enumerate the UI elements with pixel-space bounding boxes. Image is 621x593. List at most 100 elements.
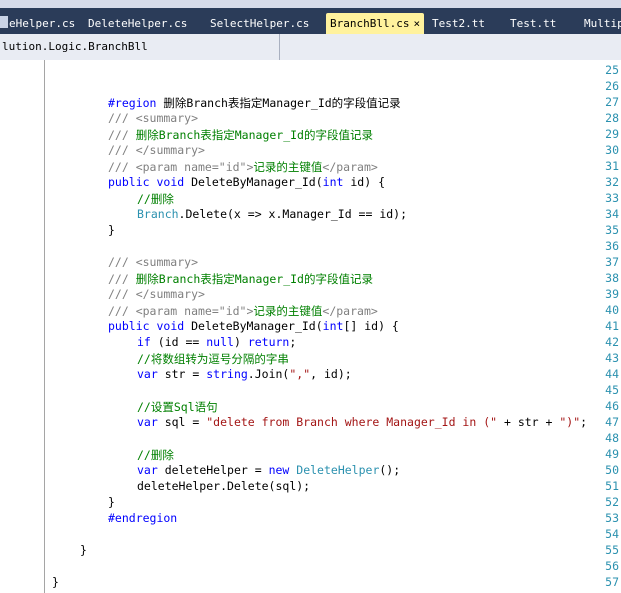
- tab-multipl[interactable]: Multipl: [584, 13, 621, 34]
- keyword: var: [137, 463, 158, 477]
- tab-test2[interactable]: Test2.tt: [432, 13, 485, 34]
- code-line-52: }: [108, 495, 115, 509]
- code-text: id) {: [343, 175, 385, 189]
- code-line-53: #endregion: [108, 511, 178, 525]
- code-text: [] id) {: [343, 319, 399, 333]
- code-line-42: if (id == null) return;: [137, 335, 296, 349]
- doc-comment-text: 记录的主键值: [253, 304, 323, 318]
- code-text: sql =: [157, 415, 207, 429]
- line-number: 55: [605, 543, 619, 557]
- doc-comment-text: 删除Branch表指定Manager_Id的字段值记录: [135, 272, 373, 286]
- file-icon: [0, 16, 8, 28]
- region-name: 删除Branch表指定Manager_Id的字段值记录: [156, 96, 401, 110]
- tab-ehelper[interactable]: eHelper.cs: [9, 13, 75, 34]
- code-text: ): [233, 335, 248, 349]
- line-number: 47: [605, 415, 619, 429]
- code-text: ();: [379, 463, 401, 477]
- line-number: 28: [605, 111, 619, 125]
- code-text: (id ==: [150, 335, 207, 349]
- tab-branchbll[interactable]: BranchBll.cs ×: [326, 13, 425, 34]
- code-text: ;: [289, 335, 297, 349]
- code-editor[interactable]: 25 26 27 28 29 30 31 32 33 34 35 36 37 3…: [0, 60, 621, 593]
- line-number: 29: [605, 127, 619, 141]
- line-number: 54: [605, 527, 619, 541]
- code-line-33: //删除: [137, 192, 174, 206]
- code-line-55: }: [80, 543, 87, 557]
- line-number: 48: [605, 431, 619, 445]
- line-number: 33: [605, 191, 619, 205]
- line-number: 49: [605, 447, 619, 461]
- keyword: void: [156, 175, 185, 189]
- line-number: 56: [605, 559, 619, 573]
- code-line-43: //将数组转为逗号分隔的字串: [137, 352, 289, 366]
- code-line-27: #region 删除Branch表指定Manager_Id的字段值记录: [108, 95, 401, 111]
- keyword: void: [156, 319, 185, 333]
- type-name: Branch: [137, 207, 179, 221]
- keyword: int: [322, 319, 344, 333]
- namespace-dropdown[interactable]: lution.Logic.BranchBll: [2, 40, 148, 53]
- code-line-35: }: [108, 223, 115, 237]
- code-line-34: Branch.Delete(x => x.Manager_Id == id);: [137, 207, 407, 221]
- line-number: 34: [605, 207, 619, 221]
- code-line-46: //设置Sql语句: [137, 400, 218, 414]
- code-line-57: }: [52, 575, 59, 589]
- line-number: 32: [605, 175, 619, 189]
- tab-test[interactable]: Test.tt: [510, 13, 556, 34]
- line-number: 43: [605, 351, 619, 365]
- code-line-31: /// <param name="id">记录的主键值</param>: [108, 159, 378, 175]
- close-icon[interactable]: ×: [413, 17, 420, 30]
- keyword: string: [206, 367, 248, 381]
- document-tab-strip: eHelper.cs DeleteHelper.cs SelectHelper.…: [0, 8, 621, 34]
- line-number: 50: [605, 463, 619, 477]
- navbar-divider: [279, 34, 280, 60]
- code-line-37: /// <summary>: [108, 255, 199, 269]
- line-number: 39: [605, 287, 619, 301]
- line-number: 53: [605, 511, 619, 525]
- line-number: 46: [605, 399, 619, 413]
- xml-doc-prefix: ///: [108, 128, 136, 142]
- string-literal: ",": [289, 367, 311, 381]
- code-line-51: deleteHelper.Delete(sql);: [137, 479, 311, 493]
- line-number: 57: [605, 575, 619, 589]
- line-number: 35: [605, 223, 619, 237]
- code-line-47: var sql = "delete from Branch where Mana…: [137, 415, 587, 429]
- xml-doc-prefix: /// <param name="id">: [108, 160, 254, 174]
- code-text: ;: [580, 415, 588, 429]
- keyword: null: [206, 335, 234, 349]
- string-literal: "delete from Branch where Manager_Id in …: [206, 415, 498, 429]
- line-number: 51: [605, 479, 619, 493]
- line-number: 26: [605, 79, 619, 93]
- string-literal: ")": [559, 415, 581, 429]
- line-number: 40: [605, 303, 619, 317]
- code-text: , id);: [310, 367, 352, 381]
- line-number: 44: [605, 367, 619, 381]
- keyword: var: [137, 367, 158, 381]
- line-number: 38: [605, 271, 619, 285]
- line-number: 25: [605, 63, 619, 77]
- code-line-32: public void DeleteByManager_Id(int id) {: [108, 175, 385, 189]
- tab-label: BranchBll.cs: [330, 17, 410, 30]
- line-number: 42: [605, 335, 619, 349]
- line-number: 27: [605, 95, 619, 109]
- code-line-49: //删除: [137, 448, 174, 462]
- code-line-28: /// <summary>: [108, 111, 199, 125]
- code-line-50: var deleteHelper = new DeleteHelper();: [137, 463, 400, 477]
- doc-comment-text: 删除Branch表指定Manager_Id的字段值记录: [135, 128, 373, 142]
- code-line-38: /// 删除Branch表指定Manager_Id的字段值记录: [108, 271, 373, 287]
- line-number: 52: [605, 495, 619, 509]
- code-line-40: /// <param name="id">记录的主键值</param>: [108, 303, 378, 319]
- code-text: deleteHelper =: [157, 463, 269, 477]
- tab-deletehelper[interactable]: DeleteHelper.cs: [88, 13, 187, 34]
- keyword: int: [322, 175, 344, 189]
- code-line-39: /// </summary>: [108, 287, 205, 301]
- code-line-29: /// 删除Branch表指定Manager_Id的字段值记录: [108, 127, 373, 143]
- keyword: public: [108, 175, 150, 189]
- line-number: 30: [605, 143, 619, 157]
- tab-selecthelper[interactable]: SelectHelper.cs: [210, 13, 309, 34]
- xml-doc-suffix: </param>: [322, 160, 378, 174]
- code-line-41: public void DeleteByManager_Id(int[] id)…: [108, 319, 399, 333]
- line-number: 41: [605, 319, 619, 333]
- code-line-30: /// </summary>: [108, 143, 205, 157]
- method-signature: DeleteByManager_Id(: [184, 175, 323, 189]
- line-number: 45: [605, 383, 619, 397]
